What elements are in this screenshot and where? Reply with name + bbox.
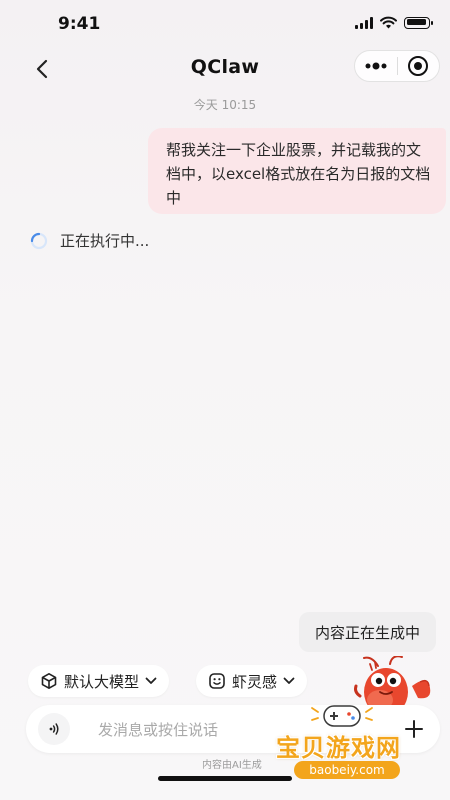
generating-indicator: 内容正在生成中 bbox=[298, 612, 436, 652]
voice-icon bbox=[49, 723, 59, 735]
close-mini-program-button[interactable] bbox=[398, 51, 439, 81]
watermark-logo: 宝贝游戏网 baobeiy.com bbox=[272, 705, 422, 784]
status-icons bbox=[355, 16, 433, 29]
more-button[interactable] bbox=[355, 51, 397, 81]
battery-icon bbox=[404, 16, 433, 29]
more-icon bbox=[365, 62, 387, 70]
user-message-bubble: 帮我关注一下企业股票，并记载我的文档中，以excel格式放在名为日报的文档中 bbox=[148, 128, 446, 214]
ai-disclaimer: 内容由AI生成 bbox=[202, 760, 262, 771]
status-bar: 9:41 bbox=[0, 0, 450, 48]
running-status-text: 正在执行中... bbox=[60, 232, 150, 250]
smile-face-icon bbox=[209, 673, 225, 689]
watermark-title: 宝贝游戏网 bbox=[276, 734, 401, 762]
running-status: 正在执行中... bbox=[30, 230, 149, 251]
phone-screen: 9:41 QClaw 今天 10:15 帮我关注一下企业股票，并记载我的文档中，… bbox=[0, 0, 450, 800]
model-selector-label: 默认大模型 bbox=[64, 672, 140, 691]
model-selector-chip[interactable]: 默认大模型 bbox=[28, 665, 170, 697]
cube-icon bbox=[41, 673, 57, 689]
target-close-icon bbox=[408, 56, 429, 76]
watermark-url: baobeiy.com bbox=[294, 761, 400, 779]
chat-timestamp: 今天 10:15 bbox=[193, 98, 257, 112]
inspiration-selector-label: 虾灵感 bbox=[232, 672, 278, 691]
chevron-down-icon bbox=[145, 677, 157, 684]
voice-input-button[interactable] bbox=[38, 713, 70, 745]
wifi-icon bbox=[380, 16, 397, 29]
cellular-signal-icon bbox=[355, 16, 373, 29]
gamepad-icon bbox=[311, 705, 373, 727]
nav-bar: QClaw bbox=[0, 48, 450, 90]
mini-program-capsule bbox=[354, 50, 440, 82]
inspiration-selector-chip[interactable]: 虾灵感 bbox=[196, 665, 308, 697]
status-time: 9:41 bbox=[58, 14, 101, 34]
loading-spinner-icon bbox=[30, 232, 48, 249]
chevron-down-icon bbox=[283, 677, 295, 684]
